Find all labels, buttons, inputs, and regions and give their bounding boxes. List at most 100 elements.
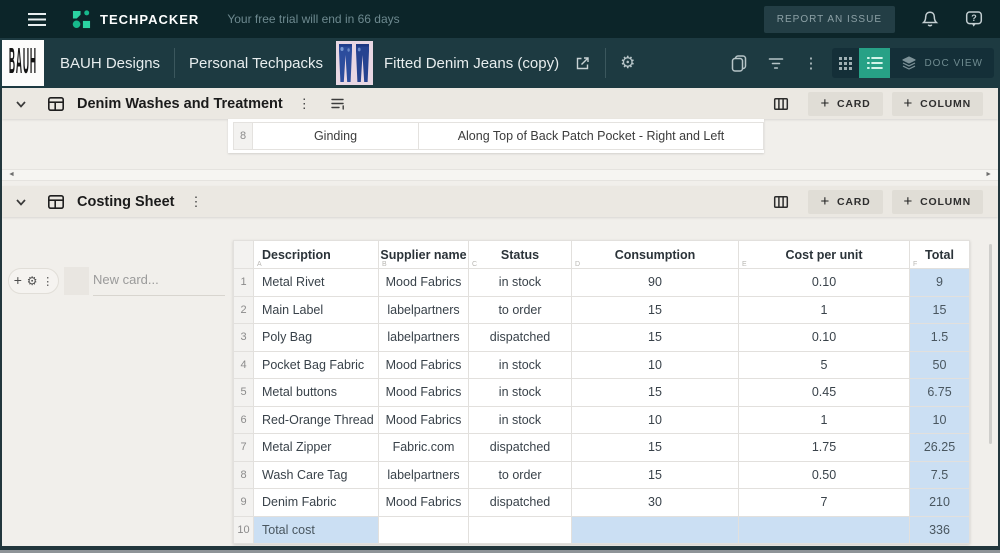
- cell-consumption[interactable]: 15: [571, 378, 739, 407]
- cell-consumption[interactable]: [571, 515, 739, 544]
- cell-supplier-name[interactable]: Fabric.com: [378, 433, 469, 462]
- cell-consumption[interactable]: 15: [571, 295, 739, 324]
- cell-cost-per-unit[interactable]: 1: [738, 295, 910, 324]
- hamburger-menu-icon[interactable]: [27, 12, 47, 27]
- cell-cost-per-unit[interactable]: [738, 515, 910, 544]
- techpack-thumbnail[interactable]: [336, 41, 374, 85]
- cell-cost-per-unit[interactable]: 0.10: [738, 323, 910, 352]
- cell-supplier-name[interactable]: [378, 515, 469, 544]
- add-icon[interactable]: [14, 272, 22, 290]
- cell-supplier-name[interactable]: Mood Fabrics: [378, 350, 469, 379]
- cell-description[interactable]: Metal Zipper: [253, 433, 379, 462]
- column-header-status[interactable]: Status C: [468, 240, 572, 269]
- cell-consumption[interactable]: 10: [571, 405, 739, 434]
- cell-status[interactable]: [468, 515, 572, 544]
- add-card-button[interactable]: CARD: [808, 189, 883, 214]
- cell-status[interactable]: dispatched: [468, 488, 572, 517]
- cell-status[interactable]: dispatched: [468, 323, 572, 352]
- scroll-left-arrow-icon[interactable]: [8, 170, 15, 180]
- cell-description[interactable]: Metal Rivet: [253, 268, 379, 297]
- company-logo[interactable]: BAUH: [2, 40, 44, 86]
- cell-cost-per-unit[interactable]: 1: [738, 405, 910, 434]
- cell-total[interactable]: 50: [909, 350, 970, 379]
- row-number-cell[interactable]: 1: [233, 268, 254, 297]
- report-issue-button[interactable]: REPORT AN ISSUE: [763, 5, 895, 33]
- row-number-cell[interactable]: 10: [233, 515, 254, 544]
- horizontal-scrollbar[interactable]: [2, 169, 998, 181]
- process-cell[interactable]: Ginding: [253, 122, 419, 150]
- cell-total[interactable]: 210: [909, 488, 970, 517]
- section-kebab-menu-icon[interactable]: [298, 96, 311, 112]
- cell-consumption[interactable]: 15: [571, 433, 739, 462]
- filter-icon[interactable]: [766, 53, 786, 73]
- more-options-kebab-icon[interactable]: [42, 272, 53, 290]
- breadcrumb-company[interactable]: BAUH Designs: [60, 55, 160, 72]
- collapse-chevron-icon[interactable]: [14, 97, 28, 111]
- cell-cost-per-unit[interactable]: 0.10: [738, 268, 910, 297]
- toolbar-kebab-menu-icon[interactable]: [803, 54, 818, 72]
- cell-consumption[interactable]: 10: [571, 350, 739, 379]
- cell-description[interactable]: Total cost: [253, 515, 379, 544]
- column-header-supplier-name[interactable]: Supplier name B: [378, 240, 469, 269]
- section-kebab-menu-icon[interactable]: [189, 194, 202, 210]
- new-card-input[interactable]: [93, 268, 225, 296]
- cell-status[interactable]: in stock: [468, 350, 572, 379]
- row-number-cell[interactable]: 6: [233, 405, 254, 434]
- row-number-cell[interactable]: 2: [233, 295, 254, 324]
- section-list-options-icon[interactable]: [330, 96, 346, 111]
- techpack-title[interactable]: Fitted Denim Jeans (copy): [384, 55, 559, 72]
- cell-supplier-name[interactable]: Mood Fabrics: [378, 488, 469, 517]
- row-number-cell[interactable]: 8: [233, 460, 254, 489]
- cell-total[interactable]: 15: [909, 295, 970, 324]
- cell-total[interactable]: 26.25: [909, 433, 970, 462]
- notifications-bell-icon[interactable]: [920, 9, 940, 29]
- scroll-right-arrow-icon[interactable]: [985, 170, 992, 180]
- help-feedback-icon[interactable]: ?: [964, 9, 984, 29]
- manage-columns-icon[interactable]: [772, 95, 790, 113]
- cell-supplier-name[interactable]: labelpartners: [378, 295, 469, 324]
- cell-status[interactable]: in stock: [468, 268, 572, 297]
- cell-cost-per-unit[interactable]: 0.50: [738, 460, 910, 489]
- vertical-scrollbar[interactable]: [989, 244, 992, 444]
- cell-total[interactable]: 7.5: [909, 460, 970, 489]
- cell-supplier-name[interactable]: Mood Fabrics: [378, 405, 469, 434]
- add-column-button[interactable]: COLUMN: [891, 189, 983, 214]
- column-header-description[interactable]: Description A: [253, 240, 379, 269]
- cell-cost-per-unit[interactable]: 0.45: [738, 378, 910, 407]
- card-drag-handle[interactable]: [64, 267, 89, 295]
- column-header-consumption[interactable]: Consumption D: [571, 240, 739, 269]
- grid-view-button[interactable]: [832, 48, 860, 78]
- column-header-cost-per-unit[interactable]: Cost per unit E: [738, 240, 910, 269]
- cell-supplier-name[interactable]: Mood Fabrics: [378, 378, 469, 407]
- placement-cell[interactable]: Along Top of Back Patch Pocket - Right a…: [419, 122, 764, 150]
- cell-total[interactable]: 10: [909, 405, 970, 434]
- cell-total[interactable]: 336: [909, 515, 970, 544]
- cell-description[interactable]: Denim Fabric: [253, 488, 379, 517]
- cell-status[interactable]: dispatched: [468, 433, 572, 462]
- cell-status[interactable]: in stock: [468, 378, 572, 407]
- cell-total[interactable]: 1.5: [909, 323, 970, 352]
- open-external-icon[interactable]: [574, 55, 591, 72]
- row-number-cell[interactable]: 5: [233, 378, 254, 407]
- cell-cost-per-unit[interactable]: 5: [738, 350, 910, 379]
- cell-cost-per-unit[interactable]: 1.75: [738, 433, 910, 462]
- cell-supplier-name[interactable]: labelpartners: [378, 460, 469, 489]
- duplicate-pages-icon[interactable]: [729, 53, 749, 73]
- row-number-cell[interactable]: 3: [233, 323, 254, 352]
- cell-consumption[interactable]: 15: [571, 323, 739, 352]
- doc-view-button[interactable]: DOC VIEW: [890, 48, 994, 78]
- techpack-settings-gear-icon[interactable]: ⚙: [620, 53, 635, 73]
- collapse-chevron-icon[interactable]: [14, 195, 28, 209]
- cell-supplier-name[interactable]: Mood Fabrics: [378, 268, 469, 297]
- add-column-button[interactable]: COLUMN: [891, 91, 983, 116]
- cell-status[interactable]: in stock: [468, 405, 572, 434]
- cell-description[interactable]: Wash Care Tag: [253, 460, 379, 489]
- cell-description[interactable]: Pocket Bag Fabric: [253, 350, 379, 379]
- cell-cost-per-unit[interactable]: 7: [738, 488, 910, 517]
- cell-consumption[interactable]: 90: [571, 268, 739, 297]
- row-number-cell[interactable]: 9: [233, 488, 254, 517]
- add-card-button[interactable]: CARD: [808, 91, 883, 116]
- manage-columns-icon[interactable]: [772, 193, 790, 211]
- cell-total[interactable]: 9: [909, 268, 970, 297]
- cell-description[interactable]: Metal buttons: [253, 378, 379, 407]
